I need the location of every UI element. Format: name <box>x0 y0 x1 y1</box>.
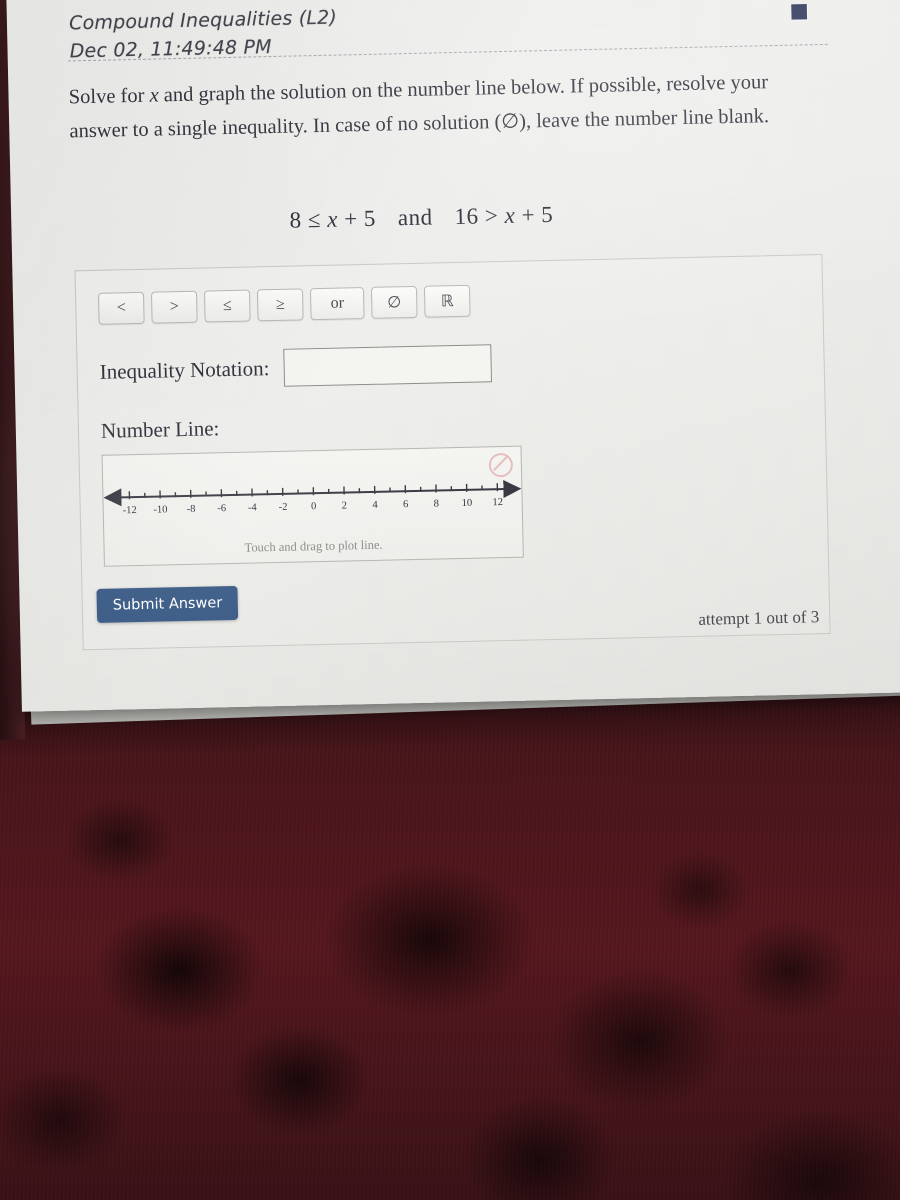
svg-text:4: 4 <box>372 500 378 511</box>
assignment-header: Compound Inequalities (L2) Dec 02, 11:49… <box>69 0 770 65</box>
submit-answer-button[interactable]: Submit Answer <box>96 585 239 623</box>
number-line-graph[interactable]: -12 -10 -8 -6 -4 -2 0 2 4 6 8 10 12 <box>103 475 522 536</box>
answer-card: < > ≤ ≥ or ∅ ℝ Inequality Notation: Numb… <box>74 254 831 651</box>
axis-line <box>103 480 522 507</box>
svg-text:2: 2 <box>342 500 347 511</box>
svg-text:-10: -10 <box>153 504 167 515</box>
svg-text:-12: -12 <box>123 505 137 516</box>
svg-text:12: 12 <box>492 497 503 508</box>
equation-left: 8 ≤ x + 5 <box>289 205 377 233</box>
empty-set-button[interactable]: ∅ <box>370 285 418 319</box>
svg-text:-6: -6 <box>217 503 226 514</box>
svg-text:0: 0 <box>311 501 316 512</box>
less-than-button[interactable]: < <box>97 291 145 325</box>
no-entry-icon[interactable] <box>488 452 514 478</box>
real-numbers-button[interactable]: ℝ <box>423 284 471 318</box>
svg-text:10: 10 <box>462 498 473 509</box>
instructions-part-b: and graph the solution on the number lin… <box>69 71 770 143</box>
greater-than-button[interactable]: > <box>150 290 198 324</box>
inequality-notation-label: Inequality Notation: <box>99 355 270 384</box>
greater-than-or-equal-button[interactable]: ≥ <box>256 288 304 322</box>
question-mark-icon[interactable]: ? <box>766 0 838 41</box>
inequality-notation-row: Inequality Notation: <box>99 344 492 391</box>
axis-tick-labels: -12 -10 -8 -6 -4 -2 0 2 4 6 8 10 12 <box>123 497 503 516</box>
svg-text:8: 8 <box>434 498 439 509</box>
problem-equation: 8 ≤ x + 5 and 16 > x + 5 <box>71 197 771 238</box>
less-than-or-equal-button[interactable]: ≤ <box>203 289 251 323</box>
number-line-plotter[interactable]: -12 -10 -8 -6 -4 -2 0 2 4 6 8 10 12 Touch and drag t… <box>101 445 524 567</box>
equation-conjunction: and <box>397 204 433 231</box>
number-line-hint: Touch and drag to plot line. <box>244 537 383 555</box>
equation-right: 16 > x + 5 <box>454 201 554 230</box>
attempt-counter: attempt 1 out of 3 <box>698 607 820 629</box>
number-line-label: Number Line: <box>100 416 220 443</box>
operator-toolbar: < > ≤ ≥ or ∅ ℝ <box>97 284 471 325</box>
page-content: Compound Inequalities (L2) Dec 02, 11:49… <box>10 0 900 700</box>
photo-scene: Compound Inequalities (L2) Dec 02, 11:49… <box>0 0 900 1200</box>
inequality-notation-input[interactable] <box>282 344 492 387</box>
svg-text:-2: -2 <box>279 502 288 513</box>
instructions-text: Solve for x and graph the solution on th… <box>68 64 809 148</box>
variable-x: x <box>149 84 159 107</box>
svg-text:6: 6 <box>403 499 408 510</box>
svg-text:-4: -4 <box>248 502 258 513</box>
instructions-part-a: Solve for <box>68 84 150 109</box>
svg-text:-8: -8 <box>187 504 196 515</box>
or-button[interactable]: or <box>309 287 365 321</box>
